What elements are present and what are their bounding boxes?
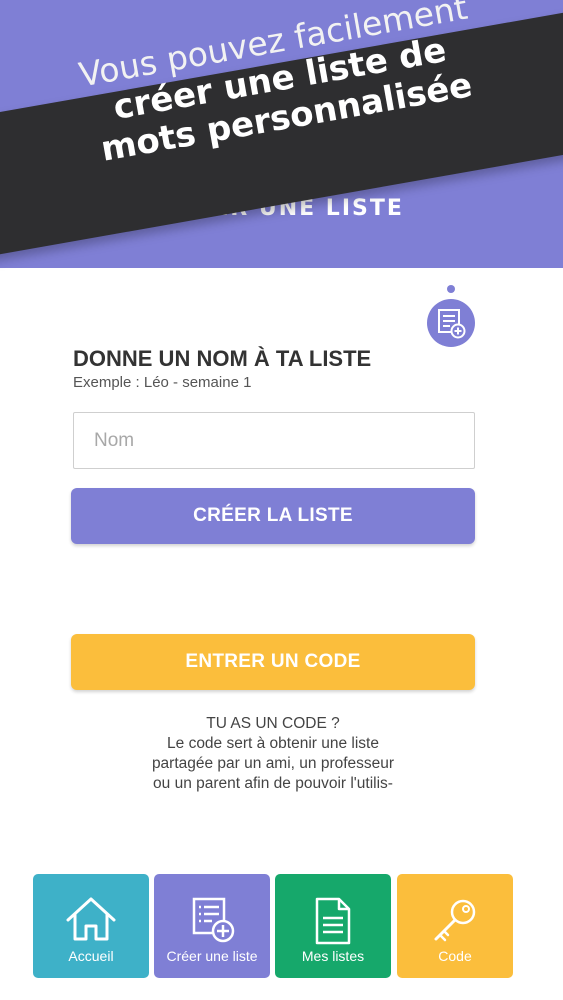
list-add-icon bbox=[438, 309, 466, 339]
code-description-line: Le code sert à obtenir une liste bbox=[167, 735, 379, 752]
nav-item-creer-une-liste[interactable]: Créer une liste bbox=[154, 874, 270, 978]
key-icon bbox=[434, 899, 476, 942]
nav-label: Accueil bbox=[68, 948, 114, 964]
decorative-dot bbox=[447, 285, 455, 293]
create-list-button[interactable]: CRÉER LA LISTE bbox=[71, 488, 475, 544]
nav-label: Créer une liste bbox=[166, 948, 258, 964]
list-add-icon bbox=[192, 897, 235, 943]
bottom-nav: Accueil Créer une liste Mes listes Code bbox=[33, 874, 513, 978]
code-description-line: partagée par un ami, un professeur bbox=[151, 755, 395, 772]
nav-item-mes-listes[interactable]: Mes listes bbox=[275, 874, 391, 978]
list-name-input[interactable] bbox=[73, 412, 475, 469]
list-add-badge bbox=[427, 299, 475, 347]
nav-label: Mes listes bbox=[301, 948, 365, 964]
code-info: TU AS UN CODE ? Le code sert à obtenir u… bbox=[71, 714, 475, 794]
document-icon bbox=[315, 897, 351, 945]
nav-item-code[interactable]: Code bbox=[397, 874, 513, 978]
form-example: Exemple : Léo - semaine 1 bbox=[73, 374, 252, 391]
nav-item-accueil[interactable]: Accueil bbox=[33, 874, 149, 978]
nav-label: Code bbox=[438, 948, 472, 964]
enter-code-button[interactable]: ENTRER UN CODE bbox=[71, 634, 475, 690]
form-title: DONNE UN NOM À TA LISTE bbox=[73, 346, 372, 371]
code-description-line: ou un parent afin de pouvoir l'utilis- bbox=[153, 775, 393, 792]
home-icon bbox=[66, 897, 116, 941]
code-question: TU AS UN CODE ? bbox=[206, 715, 340, 732]
